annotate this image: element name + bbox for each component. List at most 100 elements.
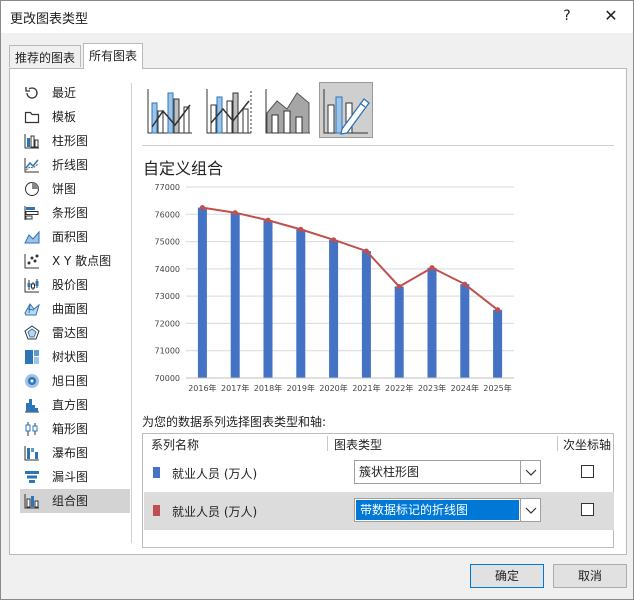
bar-chart-icon — [24, 206, 39, 220]
series-color-swatch — [153, 467, 160, 478]
series-color-swatch — [153, 505, 160, 516]
help-button[interactable]: ? — [556, 5, 578, 27]
column-bar — [460, 284, 470, 378]
nav-item-label: 面积图 — [52, 230, 89, 244]
x-tick-label: 2017年 — [221, 383, 249, 393]
x-tick-label: 2016年 — [188, 383, 216, 393]
column-bar — [296, 229, 306, 378]
nav-item-label: 箱形图 — [52, 422, 89, 436]
title-bar: 更改图表类型 ? ✕ — [1, 1, 633, 33]
chart-type-dropdown[interactable]: 簇状柱形图 — [354, 460, 541, 484]
area-chart-icon — [24, 230, 40, 244]
secondary-axis-checkbox[interactable] — [581, 503, 594, 516]
nav-item-stock[interactable]: 股价图 — [20, 273, 130, 297]
y-tick-label: 71000 — [155, 347, 180, 356]
change-chart-type-dialog: 更改图表类型 ? ✕ 推荐的图表 所有图表 最近 模板 柱形图 折线图 饼图 条… — [0, 0, 634, 600]
nav-item-combo[interactable]: 组合图 — [20, 489, 130, 513]
tab-recommended-charts[interactable]: 推荐的图表 — [9, 45, 82, 67]
header-secondary-axis: 次坐标轴 — [563, 438, 612, 452]
nav-item-label: 雷达图 — [52, 326, 89, 340]
nav-item-funnel[interactable]: 漏斗图 — [20, 465, 130, 489]
line-marker — [462, 281, 468, 287]
nav-item-label: 柱形图 — [52, 134, 89, 148]
secondary-axis-checkbox[interactable] — [581, 465, 594, 478]
y-tick-label: 73000 — [155, 292, 180, 301]
nav-item-template[interactable]: 模板 — [20, 105, 130, 129]
line-chart-icon — [24, 158, 39, 173]
close-button[interactable]: ✕ — [599, 5, 623, 27]
nav-item-histogram[interactable]: 直方图 — [20, 393, 130, 417]
chart-type-list: 最近 模板 柱形图 折线图 饼图 条形图 面积图 X Y 散点图 股价图 曲面图… — [20, 81, 130, 513]
template-icon — [24, 111, 40, 124]
sunburst-chart-icon — [25, 374, 39, 388]
nav-item-surface[interactable]: 曲面图 — [20, 297, 130, 321]
cancel-button[interactable]: 取消 — [553, 564, 627, 588]
ok-button[interactable]: 确定 — [470, 564, 544, 588]
y-tick-label: 75000 — [155, 238, 180, 247]
subtype-stacked-area-clustered-column[interactable] — [261, 82, 315, 138]
y-tick-label: 70000 — [155, 374, 180, 383]
chart-type-value: 带数据标记的折线图 — [356, 500, 519, 520]
column-bar — [230, 212, 240, 378]
treemap-chart-icon — [25, 350, 39, 364]
nav-item-scatter[interactable]: X Y 散点图 — [20, 249, 130, 273]
nav-item-column[interactable]: 柱形图 — [20, 129, 130, 153]
column-bar — [427, 267, 437, 378]
nav-item-recent[interactable]: 最近 — [20, 81, 130, 105]
y-tick-label: 72000 — [155, 319, 180, 328]
column-bar — [361, 251, 371, 378]
dropdown-button[interactable] — [520, 461, 540, 483]
line-marker — [298, 226, 304, 232]
preview-title: 自定义组合 — [143, 159, 224, 178]
nav-item-label: 条形图 — [52, 206, 89, 220]
series-name: 就业人员 (万人) — [172, 467, 258, 481]
scatter-chart-icon — [24, 254, 39, 269]
y-tick-label: 77000 — [155, 183, 180, 192]
nav-item-sunburst[interactable]: 旭日图 — [20, 369, 130, 393]
header-divider — [327, 436, 328, 451]
column-bar — [394, 286, 404, 378]
subtype-clustered-column-line[interactable] — [143, 82, 197, 138]
nav-item-pie[interactable]: 饼图 — [20, 177, 130, 201]
nav-item-radar[interactable]: 雷达图 — [20, 321, 130, 345]
nav-item-label: 瀑布图 — [52, 446, 89, 460]
chart-type-dropdown[interactable]: 带数据标记的折线图 — [354, 498, 541, 522]
line-marker — [396, 283, 402, 290]
subtype-custom-combination[interactable] — [319, 82, 373, 138]
nav-item-box-whisker[interactable]: 箱形图 — [20, 417, 130, 441]
series-row[interactable]: 就业人员 (万人) 簇状柱形图 — [144, 454, 614, 492]
stock-chart-icon — [24, 278, 39, 293]
nav-item-label: 饼图 — [52, 182, 77, 196]
recent-icon — [25, 87, 38, 99]
line-marker — [199, 205, 205, 211]
line-marker — [232, 210, 238, 216]
dropdown-button[interactable] — [520, 499, 540, 521]
line-marker — [429, 265, 435, 271]
line-marker — [495, 307, 501, 313]
nav-item-label: 直方图 — [52, 398, 89, 412]
nav-item-waterfall[interactable]: 瀑布图 — [20, 441, 130, 465]
chevron-down-icon — [525, 507, 537, 514]
nav-item-label: 模板 — [52, 110, 77, 124]
nav-item-line[interactable]: 折线图 — [20, 153, 130, 177]
header-chart-type: 图表类型 — [334, 438, 383, 452]
y-tick-label: 76000 — [155, 210, 180, 219]
x-tick-label: 2019年 — [287, 383, 315, 393]
tab-all-charts[interactable]: 所有图表 — [83, 43, 144, 69]
nav-divider — [131, 83, 132, 543]
series-table: 系列名称 图表类型 次坐标轴 就业人员 (万人) 簇状柱形图 就业人员 (万人) — [142, 433, 614, 548]
nav-item-label: 漏斗图 — [52, 470, 89, 484]
column-bar — [197, 207, 207, 378]
clustered-column-line-secondary-axis-thumbnail-icon — [206, 89, 252, 134]
x-tick-label: 2018年 — [254, 383, 282, 393]
clustered-column-line-thumbnail-icon — [147, 89, 192, 134]
combo-chart-icon — [24, 494, 39, 509]
nav-item-treemap[interactable]: 树状图 — [20, 345, 130, 369]
stacked-area-clustered-column-thumbnail-icon — [265, 89, 310, 134]
column-chart-icon — [24, 134, 39, 149]
nav-item-bar[interactable]: 条形图 — [20, 201, 130, 225]
series-row[interactable]: 就业人员 (万人) 带数据标记的折线图 — [144, 492, 614, 530]
subtype-clustered-column-line-secondary-axis[interactable] — [202, 82, 256, 138]
nav-item-area[interactable]: 面积图 — [20, 225, 130, 249]
tab-content: 最近 模板 柱形图 折线图 饼图 条形图 面积图 X Y 散点图 股价图 曲面图… — [9, 68, 627, 555]
